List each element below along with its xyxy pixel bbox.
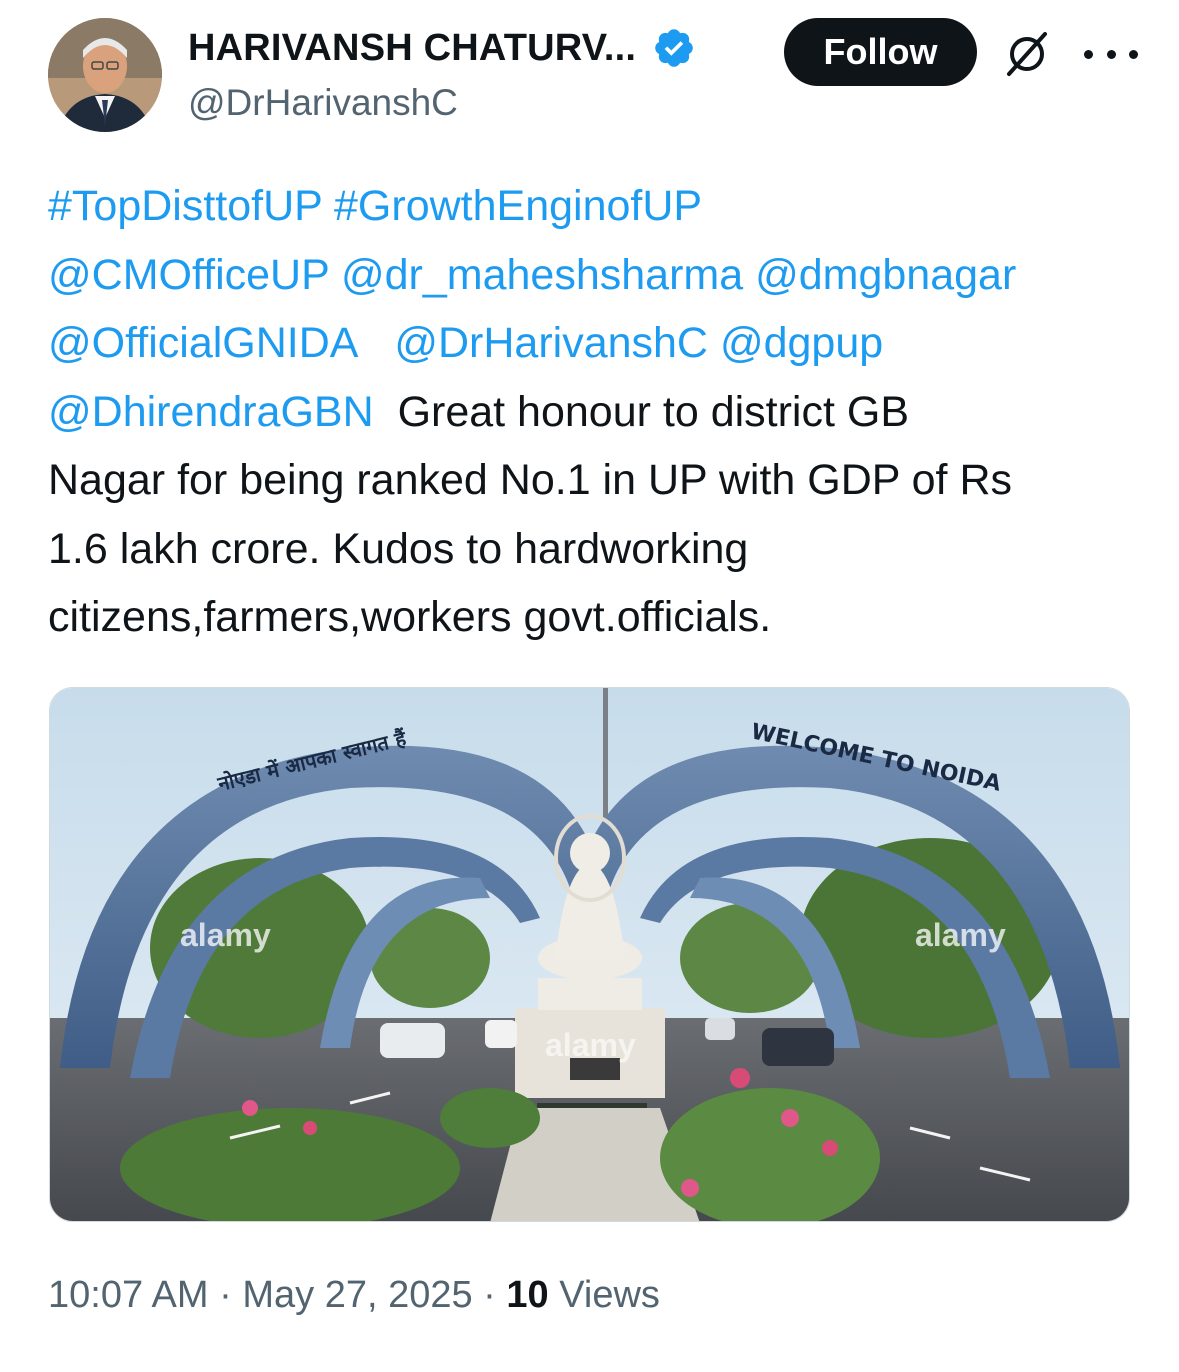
dot-icon — [1106, 49, 1116, 59]
grok-icon[interactable] — [1003, 30, 1051, 78]
dot-icon — [1084, 49, 1093, 59]
tweet-media-image[interactable]: नोएडा में आपका स्वागत हैं WELCOME TO NOI… — [49, 687, 1130, 1222]
tweet-meta: 10:07 AM · May 27, 2025 · 10 Views — [48, 1274, 660, 1317]
watermark-text: alamy — [180, 917, 271, 953]
mention-link[interactable]: @dr_maheshsharma — [341, 251, 743, 299]
dot-icon — [1129, 49, 1138, 59]
tweet-text: #TopDisttofUP #GrowthEnginofUP @CMOffice… — [48, 172, 1138, 652]
mention-link[interactable]: @OfficialGNIDA — [48, 319, 358, 367]
avatar[interactable] — [48, 18, 162, 132]
follow-button[interactable]: Follow — [784, 18, 977, 86]
meta-separator: · — [483, 1274, 496, 1316]
noida-gate-photo: नोएडा में आपका स्वागत हैं WELCOME TO NOI… — [50, 688, 1129, 1221]
tweet-body-text: Nagar for being ranked No.1 in UP with G… — [48, 456, 1012, 504]
mention-link[interactable]: @DhirendraGBN — [48, 388, 374, 436]
tweet-body-text: Great honour to district GB — [397, 387, 910, 436]
tweet-header: HARIVANSH CHATURV... @DrHarivanshC Follo… — [48, 16, 1138, 136]
watermark-text: alamy — [545, 1027, 636, 1063]
tweet-body-text: citizens,farmers,workers govt.officials. — [48, 593, 772, 641]
tweet-line-mentions-2: @OfficialGNIDA @DrHarivanshC @dgpup — [48, 309, 1138, 378]
watermark-text: alamy — [915, 917, 1006, 953]
mention-link[interactable]: @CMOfficeUP — [48, 251, 329, 299]
author-handle[interactable]: @DrHarivanshC — [188, 82, 458, 124]
hashtag-link[interactable]: #TopDisttofUP — [48, 182, 322, 230]
tweet-body-text: 1.6 lakh crore. Kudos to hardworking — [48, 524, 749, 573]
avatar-photo — [48, 18, 162, 132]
mention-link[interactable]: @dgpup — [720, 319, 883, 367]
meta-separator: · — [219, 1274, 232, 1316]
tweet-line-mentions-1: @CMOfficeUP @dr_maheshsharma @dmgbnagar — [48, 241, 1138, 310]
views-label: Views — [559, 1274, 660, 1316]
mention-link[interactable]: @DrHarivanshC — [394, 319, 708, 367]
tweet-line-hashtags: #TopDisttofUP #GrowthEnginofUP — [48, 172, 1138, 241]
author-display-name[interactable]: HARIVANSH CHATURV... — [188, 27, 636, 70]
tweet-date[interactable]: May 27, 2025 — [242, 1274, 472, 1316]
verified-badge-icon[interactable] — [652, 26, 696, 70]
tweet-time[interactable]: 10:07 AM — [48, 1274, 209, 1316]
more-options-icon[interactable] — [1084, 30, 1138, 78]
tweet-line-3: @DhirendraGBN Great honour to district G… — [48, 378, 1138, 447]
hashtag-link[interactable]: #GrowthEnginofUP — [334, 182, 702, 230]
mention-link[interactable]: @dmgbnagar — [755, 251, 1016, 299]
views-count: 10 — [506, 1274, 549, 1316]
author-name-row: HARIVANSH CHATURV... — [188, 22, 696, 74]
